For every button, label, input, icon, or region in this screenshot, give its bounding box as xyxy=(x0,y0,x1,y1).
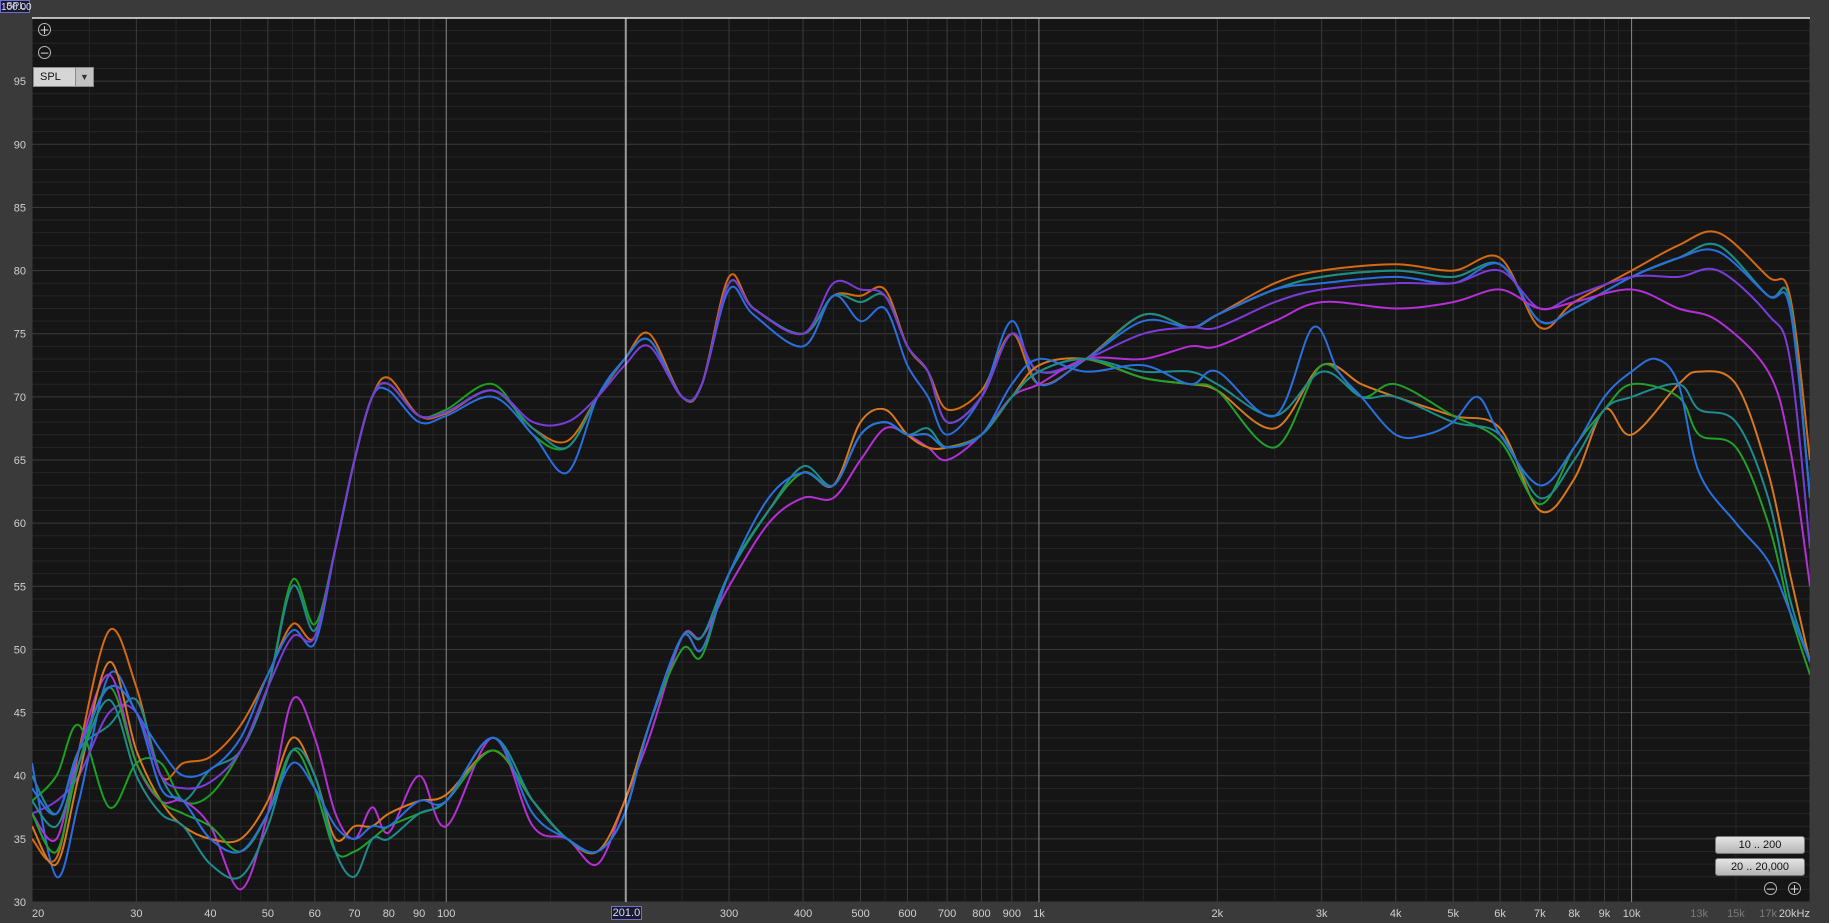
x-tick-label: 13k xyxy=(1690,908,1708,920)
y-tick-label: 50 xyxy=(14,644,26,656)
x-tick-label: 50 xyxy=(262,908,274,920)
x-tick-label: 20kHz xyxy=(1779,908,1810,920)
spl-chart[interactable]: 30 35 40 45 50 55 60 65 70 75 80 85 90 95 20 30 40 50 60 7… xyxy=(0,0,1829,923)
x-tick-label: 800 xyxy=(972,908,990,920)
x-tick-label: 80 xyxy=(383,908,395,920)
zoom-in-horizontal-button[interactable]: + xyxy=(1788,882,1801,895)
y-tick-label: 80 xyxy=(14,266,26,278)
zoom-out-vertical-button[interactable]: − xyxy=(38,46,51,59)
y-tick-label: 65 xyxy=(14,455,26,467)
x-tick-label: 400 xyxy=(794,908,812,920)
plus-circle-icon: + xyxy=(1789,882,1800,896)
x-tick-label: 700 xyxy=(938,908,956,920)
y-tick-label: 70 xyxy=(14,392,26,404)
y-tick-label: 40 xyxy=(14,771,26,783)
x-axis-ticks: 20 30 40 50 60 70 80 90 100 300 400 500 600 700 800 900… xyxy=(32,908,1810,920)
y-axis-ticks: 30 35 40 45 50 55 60 65 70 75 80 85 90 95 xyxy=(14,76,26,909)
zoom-out-horizontal-button[interactable]: − xyxy=(1764,882,1777,895)
x-tick-label: 600 xyxy=(898,908,916,920)
x-tick-label: 60 xyxy=(309,908,321,920)
x-tick-label: 5k xyxy=(1447,908,1459,920)
x-tick-label: 10k xyxy=(1623,908,1641,920)
y-tick-label: 75 xyxy=(14,329,26,341)
x-tick-label: 2k xyxy=(1212,908,1224,920)
plus-circle-icon: + xyxy=(39,23,50,37)
y-tick-label: 55 xyxy=(14,581,26,593)
y-tick-label: 30 xyxy=(14,897,26,909)
x-tick-label: 3k xyxy=(1316,908,1328,920)
x-tick-label: 500 xyxy=(851,908,869,920)
x-tick-label: 300 xyxy=(720,908,738,920)
x-tick-label: 17k xyxy=(1759,908,1777,920)
zoom-in-vertical-button[interactable]: + xyxy=(38,23,51,36)
y-tick-label: 85 xyxy=(14,202,26,214)
measurement-select[interactable]: SPL ▼ xyxy=(33,67,94,87)
x-tick-label: 1k xyxy=(1033,908,1045,920)
x-tick-label: 100 xyxy=(437,908,455,920)
range-10-200-button[interactable]: 10 .. 200 xyxy=(1715,836,1805,854)
x-tick-label: 4k xyxy=(1390,908,1402,920)
x-tick-label: 40 xyxy=(204,908,216,920)
range-20-20000-button[interactable]: 20 .. 20,000 xyxy=(1715,858,1805,876)
x-tick-label: 20 xyxy=(32,908,44,920)
y-tick-label: 95 xyxy=(14,76,26,88)
cursor-frequency-readout: 201.0 xyxy=(610,906,642,920)
y-tick-label: 45 xyxy=(14,708,26,720)
x-tick-label: 30 xyxy=(130,908,142,920)
axis-name-label: SPL xyxy=(6,1,25,12)
x-tick-label: 70 xyxy=(348,908,360,920)
x-tick-label: 15k xyxy=(1727,908,1745,920)
x-tick-label: 7k xyxy=(1534,908,1546,920)
x-tick-label: 90 xyxy=(413,908,425,920)
chevron-down-icon: ▼ xyxy=(75,68,93,86)
x-tick-label: 6k xyxy=(1494,908,1506,920)
y-tick-label: 35 xyxy=(14,834,26,846)
minus-circle-icon: − xyxy=(39,46,50,60)
y-tick-label: 90 xyxy=(14,139,26,151)
x-tick-label: 900 xyxy=(1003,908,1021,920)
y-tick-label: 60 xyxy=(14,518,26,530)
measurement-select-value: SPL xyxy=(40,71,61,83)
x-tick-label: 8k xyxy=(1568,908,1580,920)
minus-circle-icon: − xyxy=(1765,882,1776,896)
x-tick-label: 9k xyxy=(1599,908,1611,920)
